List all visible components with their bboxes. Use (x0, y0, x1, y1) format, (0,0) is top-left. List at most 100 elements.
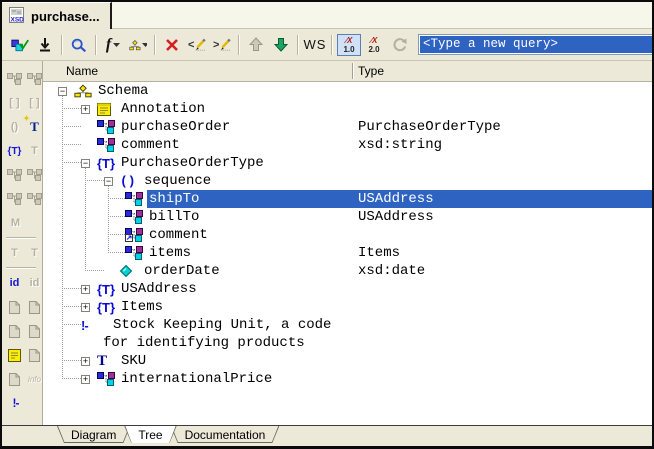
identity-constraint-icon[interactable]: id (7, 275, 22, 292)
tree-node-name: comment (149, 227, 208, 243)
document-a-icon[interactable] (7, 299, 22, 316)
tree-row-purchaseorder[interactable]: purchaseOrderPurchaseOrderType (43, 118, 652, 136)
tree-connector-stub (62, 126, 81, 127)
tree-row-purchaseordertype[interactable]: −{T}PurchaseOrderType (43, 154, 652, 172)
tree-connector-stub (62, 360, 81, 361)
document-f-icon[interactable] (7, 371, 22, 388)
edit-element-icon[interactable] (7, 191, 22, 208)
column-divider[interactable] (352, 63, 353, 79)
substitute-type-icon[interactable]: T (27, 245, 42, 262)
tree-connector-line (85, 168, 86, 271)
annotation-note-icon[interactable] (7, 347, 22, 364)
sidebar-row (2, 187, 42, 211)
delete-button[interactable] (160, 34, 184, 56)
tree-node-name: internationalPrice (121, 371, 272, 387)
view-tab-documentation[interactable]: Documentation (171, 426, 280, 443)
expand-toggle-expand[interactable]: + (81, 285, 90, 294)
model-group-icon[interactable]: M (7, 215, 24, 232)
edit-next-button[interactable]: > (210, 34, 234, 56)
annotation-data-icon[interactable]: !- (7, 395, 24, 412)
tree-row-sequence[interactable]: −()sequence (43, 172, 652, 190)
tree-node-name: sequence (144, 173, 211, 189)
add-child-element-icon[interactable] (7, 167, 22, 184)
tree-connector-line (108, 186, 109, 253)
add-attribute-icon[interactable] (27, 167, 42, 184)
tree-row-orderdate[interactable]: orderDatexsd:date (43, 262, 652, 280)
toolbar-separator (154, 35, 156, 55)
tree-row-stock-keeping-unit-a-code[interactable]: !-Stock Keeping Unit, a code (43, 316, 652, 334)
document-b-icon[interactable] (27, 299, 42, 316)
expand-toggle-collapse[interactable]: − (81, 159, 90, 168)
tree-node-type: USAddress (358, 209, 434, 225)
toolbar-separator (297, 35, 299, 55)
move-down-button[interactable] (269, 34, 293, 56)
append-group-icon[interactable]: [ ] (27, 95, 42, 112)
document-c-icon[interactable] (7, 323, 22, 340)
tree-row-items[interactable]: +{T}Items (43, 298, 652, 316)
insert-element-icon[interactable] (7, 71, 22, 88)
tree-connector-stub (62, 378, 81, 379)
sidebar-row: !- (2, 391, 42, 415)
element-icon (125, 192, 143, 206)
key-reference-icon[interactable]: id (27, 275, 42, 292)
function-menu-button[interactable]: f (101, 34, 125, 56)
tree-row-schema[interactable]: −Schema (43, 82, 652, 100)
tree-column-header: Name Type (43, 61, 652, 82)
schema-design-menu-button[interactable] (126, 34, 150, 56)
info-icon[interactable]: info (27, 371, 42, 388)
sidebar-row: {T} T (2, 139, 42, 163)
expand-toggle-expand[interactable]: + (81, 303, 90, 312)
save-generated-button[interactable] (33, 34, 57, 56)
edit-previous-button[interactable]: < (185, 34, 209, 56)
view-tab-label: Diagram (71, 428, 116, 442)
query-combobox-value: <Type a new query> (420, 36, 654, 53)
find-in-schema-button[interactable] (67, 34, 91, 56)
expand-toggle-expand[interactable]: + (81, 357, 90, 366)
tree-node-name: items (149, 245, 191, 261)
insert-sequence-icon[interactable]: () (7, 119, 22, 136)
rename-type-icon[interactable]: T (7, 245, 22, 262)
xslt-1-0-button[interactable]: ∕X1.0 (337, 34, 361, 56)
tree-connector-stub (62, 108, 81, 109)
tree-row-comment[interactable]: comment (43, 226, 652, 244)
column-header-type: Type (358, 64, 384, 78)
document-d-icon[interactable] (27, 323, 42, 340)
tree-row-shipto[interactable]: shipToUSAddress (43, 190, 652, 208)
sidebar-row (2, 295, 42, 319)
derived-type-icon[interactable]: T (27, 143, 42, 160)
new-complex-type-icon[interactable]: {T} (7, 143, 22, 160)
validate-schema-button[interactable] (8, 34, 32, 56)
tree-row-items[interactable]: itemsItems (43, 244, 652, 262)
view-tab-label: Documentation (185, 428, 266, 442)
document-e-icon[interactable] (27, 347, 42, 364)
document-tab-purchase[interactable]: XSD purchase... (2, 2, 112, 29)
append-element-icon[interactable] (27, 71, 42, 88)
tree-row-sku[interactable]: +TSKU (43, 352, 652, 370)
expand-toggle-collapse[interactable]: − (104, 177, 113, 186)
tree-row-usaddress[interactable]: +{T}USAddress (43, 280, 652, 298)
view-tab-tree[interactable]: Tree (124, 426, 176, 443)
refresh-query-button[interactable] (387, 34, 411, 56)
schema-sidebar-toolbar: [ ][ ]()✦T{T}TMTTididinfo!- (2, 61, 43, 425)
tree-node-type: USAddress (358, 191, 434, 207)
edit-attribute-icon[interactable] (27, 191, 42, 208)
new-simple-type-icon[interactable]: ✦T (27, 119, 42, 136)
tree-row-comment[interactable]: commentxsd:string (43, 136, 652, 154)
xsd-file-icon: XSD (8, 7, 25, 26)
expand-toggle-expand[interactable]: + (81, 105, 90, 114)
xslt-2-0-button[interactable]: ∕X2.0 (362, 34, 386, 56)
tree-row-annotation[interactable]: +Annotation (43, 100, 652, 118)
view-tab-diagram[interactable]: Diagram (57, 426, 130, 443)
tree-row-for-identifying-products[interactable]: for identifying products (43, 334, 652, 352)
element-ref-icon (125, 228, 143, 242)
tree-row-internationalprice[interactable]: + internationalPrice (43, 370, 652, 388)
ws-button[interactable]: WS (303, 34, 327, 56)
tree-row-billto[interactable]: billToUSAddress (43, 208, 652, 226)
expand-toggle-expand[interactable]: + (81, 375, 90, 384)
document-tab-strip: XSD purchase... (2, 2, 652, 29)
query-combobox[interactable]: <Type a new query> (418, 34, 654, 55)
insert-group-icon[interactable]: [ ] (7, 95, 22, 112)
element-icon (97, 372, 115, 386)
move-up-button[interactable] (244, 34, 268, 56)
expand-toggle-collapse[interactable]: − (58, 87, 67, 96)
